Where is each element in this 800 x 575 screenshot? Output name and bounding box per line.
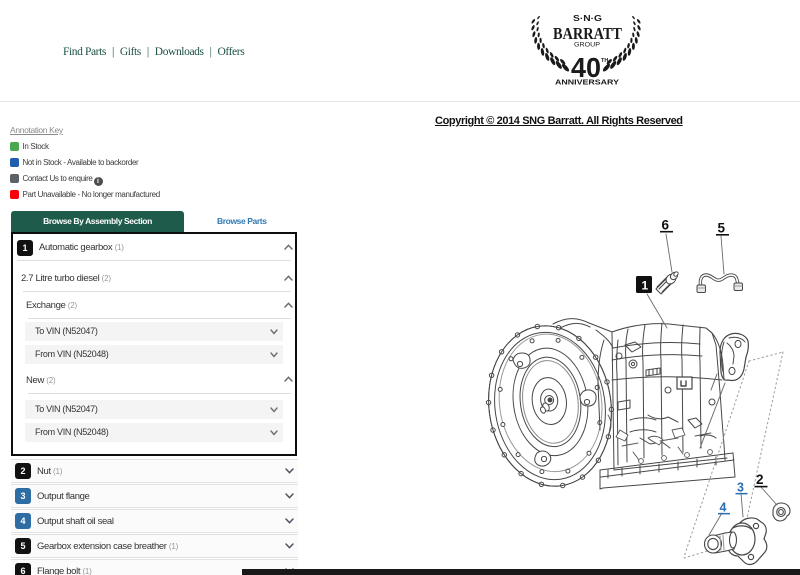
- svg-text:GROUP: GROUP: [574, 42, 600, 49]
- svg-text:3: 3: [737, 481, 744, 495]
- svg-text:TH: TH: [601, 58, 608, 64]
- svg-text:5: 5: [718, 221, 726, 236]
- svg-text:40: 40: [571, 52, 601, 83]
- svg-text:BARRATT: BARRATT: [553, 24, 622, 43]
- svg-text:ANNIVERSARY: ANNIVERSARY: [555, 80, 619, 87]
- svg-text:S·N·G: S·N·G: [573, 14, 602, 23]
- svg-text:4: 4: [720, 501, 727, 515]
- svg-text:2: 2: [756, 472, 764, 487]
- svg-text:6: 6: [662, 218, 670, 233]
- svg-text:1: 1: [642, 279, 649, 293]
